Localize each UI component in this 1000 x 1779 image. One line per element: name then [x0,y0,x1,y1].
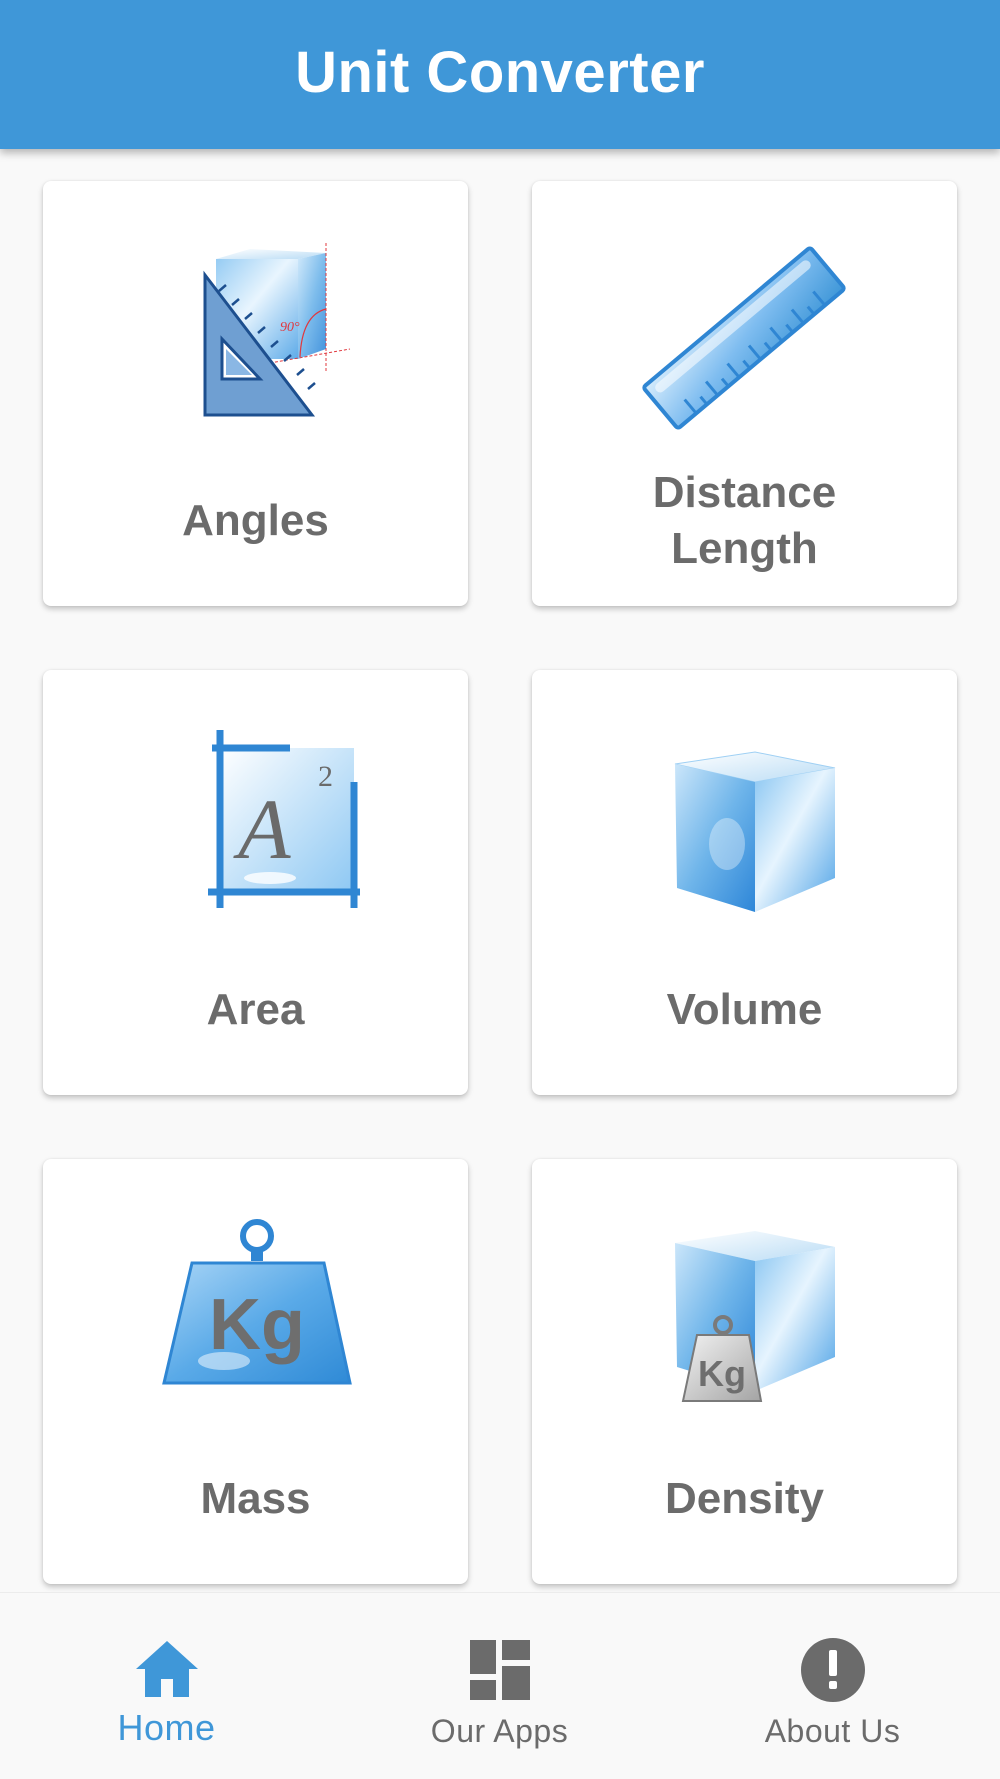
category-card-mass[interactable]: Kg Mass [43,1159,468,1584]
category-card-density[interactable]: Kg Density [532,1159,957,1584]
category-card-angles[interactable]: 90° Angles [43,181,468,606]
svg-text:90°: 90° [280,320,300,335]
cube-icon [639,722,849,932]
nav-item-our-apps[interactable]: Our Apps [333,1593,666,1779]
app-bar: Unit Converter [0,0,1000,149]
svg-text:2: 2 [318,760,333,793]
svg-text:A: A [233,781,291,877]
area-icon: A 2 [150,722,360,932]
bottom-navigation: Home Our Apps About Us [0,1592,1000,1778]
category-label: Area [206,985,305,1034]
home-icon [134,1637,200,1703]
category-card-distance-length[interactable]: Distance Length [532,181,957,606]
svg-text:Kg: Kg [209,1285,305,1365]
weight-kg-icon: Kg [150,1211,360,1421]
nav-item-home[interactable]: Home [0,1593,333,1779]
app-title: Unit Converter [295,40,705,105]
category-label: Volume [666,985,823,1034]
category-card-volume[interactable]: Volume [532,670,957,1095]
category-label: Angles [182,496,329,545]
nav-item-about-us[interactable]: About Us [666,1593,999,1779]
nav-label-about-us: About Us [764,1713,901,1749]
angles-icon: 90° [150,233,360,443]
category-label: Mass [200,1474,311,1523]
svg-text:Kg: Kg [698,1353,746,1394]
category-card-area[interactable]: A 2 Area [43,670,468,1095]
info-alert-icon [800,1637,866,1703]
nav-label-home: Home [117,1707,216,1748]
category-label: Distance Length [652,468,837,573]
category-label: Density [665,1474,824,1523]
dashboard-icon [467,1637,533,1703]
ruler-icon [639,233,849,443]
density-icon: Kg [639,1211,849,1421]
nav-label-our-apps: Our Apps [430,1713,569,1749]
